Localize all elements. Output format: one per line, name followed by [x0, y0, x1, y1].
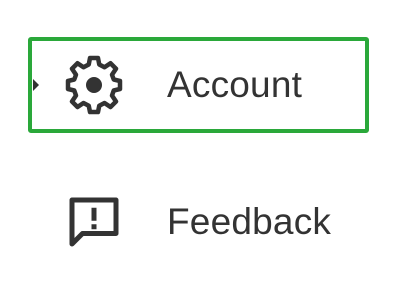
feedback-icon — [64, 192, 124, 252]
menu-item-label: Feedback — [167, 201, 332, 242]
gear-icon — [64, 55, 124, 115]
focus-pointer-icon — [33, 79, 39, 91]
menu-item-label: Account — [167, 64, 303, 105]
settings-menu: Account Feedback — [0, 0, 400, 301]
menu-item-feedback[interactable]: Feedback — [28, 174, 369, 270]
menu-item-account[interactable]: Account — [28, 37, 369, 133]
